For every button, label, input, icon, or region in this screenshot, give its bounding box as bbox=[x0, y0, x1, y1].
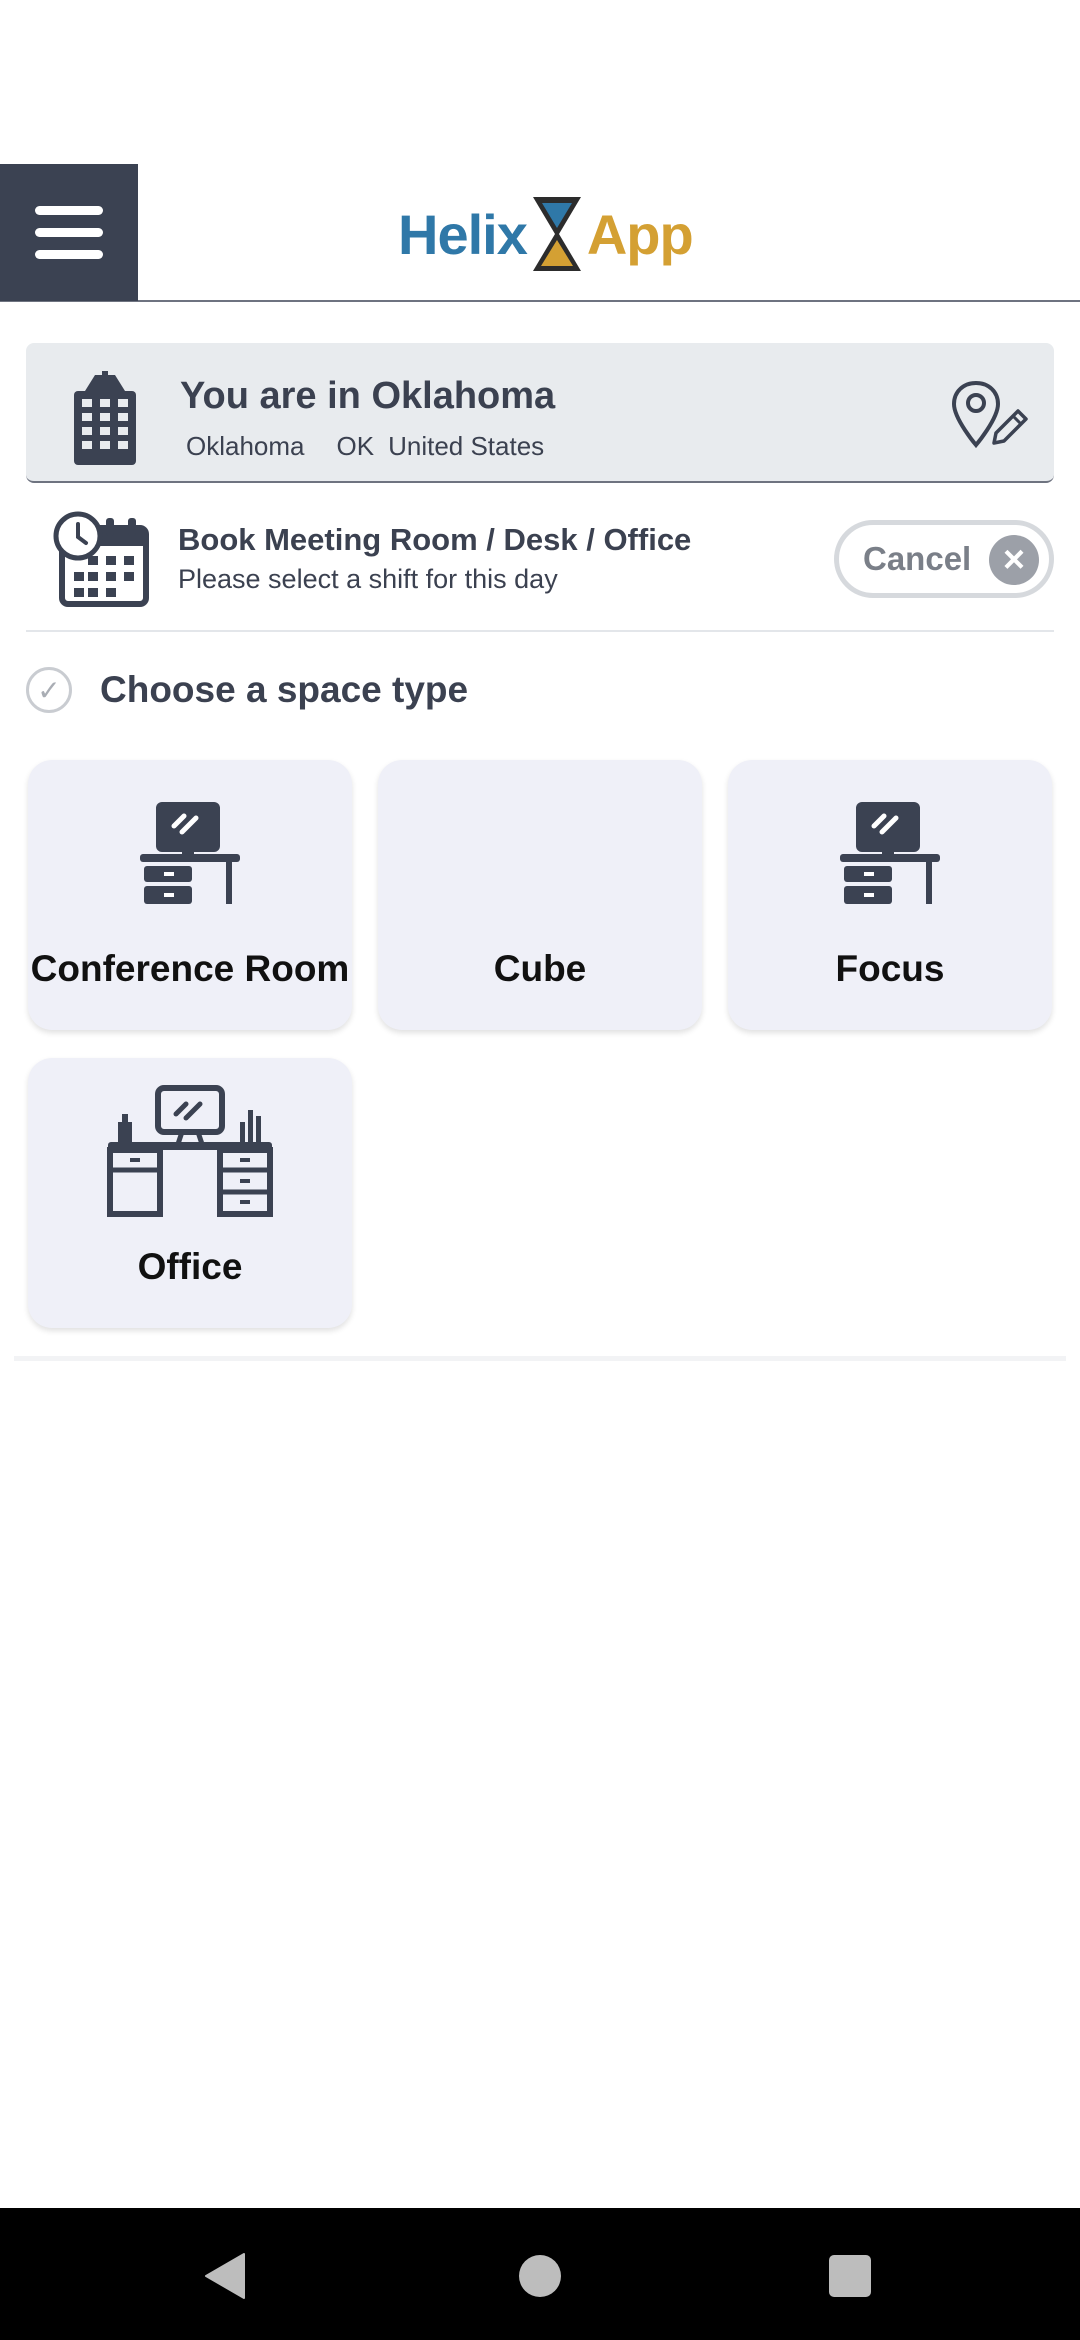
building-icon bbox=[70, 371, 140, 474]
home-circle-icon[interactable] bbox=[519, 2255, 561, 2297]
logo-text-left: Helix bbox=[398, 202, 528, 266]
space-type-heading-row: ✓ Choose a space type bbox=[26, 664, 468, 716]
location-title: You are in Oklahoma bbox=[180, 375, 556, 417]
cancel-label: Cancel bbox=[863, 540, 972, 577]
space-option-cube[interactable]: Cube bbox=[378, 760, 702, 1030]
recent-square-icon[interactable] bbox=[829, 2255, 871, 2297]
cancel-button[interactable]: Cancel × bbox=[834, 520, 1054, 598]
location-card: You are in Oklahoma Oklahoma OK United S… bbox=[26, 343, 1054, 483]
hamburger-menu-icon bbox=[35, 206, 103, 215]
booking-subtitle: Please select a shift for this day bbox=[178, 564, 558, 594]
space-option-conference-room[interactable]: Conference Room bbox=[28, 760, 352, 1030]
space-option-label: Conference Room bbox=[30, 948, 350, 989]
location-country: United States bbox=[388, 431, 545, 461]
booking-row: Book Meeting Room / Desk / Office Please… bbox=[26, 500, 1054, 632]
menu-button[interactable] bbox=[0, 164, 138, 301]
back-triangle-icon[interactable] bbox=[204, 2252, 246, 2305]
logo-text-right: App bbox=[586, 202, 694, 266]
space-option-label: Focus bbox=[835, 948, 945, 989]
space-type-heading: Choose a space type bbox=[100, 669, 469, 710]
app-header: Helix App bbox=[0, 164, 1080, 302]
hourglass-logo-icon bbox=[532, 197, 581, 271]
space-option-focus[interactable]: Focus bbox=[728, 760, 1052, 1030]
app-logo: Helix App bbox=[398, 194, 694, 274]
space-option-label: Cube bbox=[493, 948, 587, 989]
location-state: OK bbox=[336, 431, 375, 461]
section-divider bbox=[14, 1356, 1066, 1361]
office-desk-icon bbox=[107, 1085, 273, 1217]
close-circle-icon: × bbox=[989, 535, 1039, 585]
space-option-office[interactable]: Office bbox=[28, 1058, 352, 1328]
desk-monitor-icon bbox=[140, 802, 240, 904]
calendar-clock-icon bbox=[52, 510, 150, 613]
location-city: Oklahoma bbox=[186, 431, 305, 461]
desk-monitor-icon bbox=[840, 802, 940, 904]
space-option-label: Office bbox=[137, 1246, 243, 1287]
check-circle-icon: ✓ bbox=[26, 667, 72, 713]
location-edit-icon[interactable] bbox=[950, 379, 1028, 456]
booking-title: Book Meeting Room / Desk / Office bbox=[178, 522, 692, 557]
location-address: Oklahoma OK United States bbox=[186, 431, 558, 462]
system-navigation-bar bbox=[0, 2208, 1080, 2340]
